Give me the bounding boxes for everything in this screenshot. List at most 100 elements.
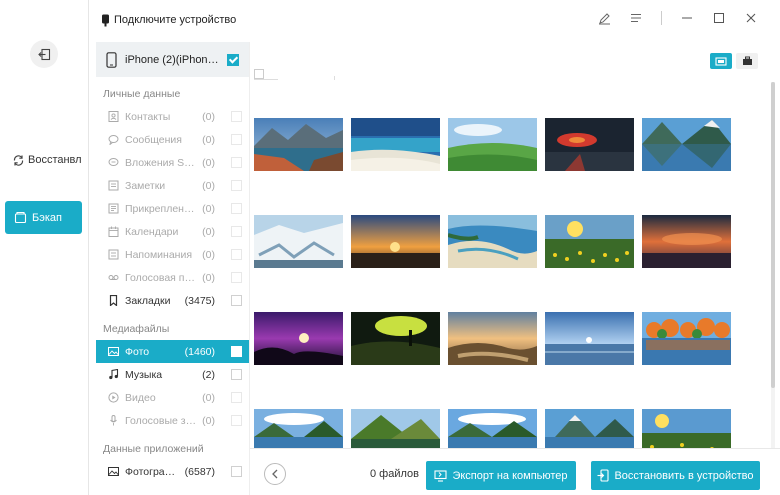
category-checkbox[interactable] — [231, 295, 242, 306]
category-item[interactable]: Вложения SMS (0) — [96, 151, 249, 174]
category-item[interactable]: Видео (0) — [96, 386, 249, 409]
photo-thumbnail[interactable] — [642, 118, 731, 171]
music-icon — [108, 369, 119, 380]
photo-thumbnail[interactable] — [545, 312, 634, 365]
category-count: (6587) — [184, 465, 215, 478]
category-item[interactable]: Музыка (2) — [96, 363, 249, 386]
category-label: Сообщения — [125, 133, 182, 146]
category-label: Календари — [125, 225, 179, 238]
section-apps: Данные приложений — [103, 442, 204, 455]
photo-thumbnail[interactable] — [254, 312, 343, 365]
category-item[interactable]: Сообщения (0) — [96, 128, 249, 151]
refresh-icon — [13, 154, 24, 166]
photo-thumbnail[interactable] — [545, 215, 634, 268]
window-controls — [597, 11, 758, 25]
category-label: Голосовые зам... — [125, 414, 196, 427]
category-item[interactable]: Голосовая почта (0) — [96, 266, 249, 289]
category-item[interactable]: Фото (1460) — [96, 340, 249, 363]
close-icon — [746, 13, 756, 23]
category-item[interactable]: Прикрепленны... (0) — [96, 197, 249, 220]
category-panel: iPhone (2)(iPhone... Личные данные Конта… — [96, 42, 249, 495]
apps-list: Фотографи... (6587) — [96, 460, 249, 483]
rail-restore-label: Восстанвл — [28, 154, 82, 166]
device-row[interactable]: iPhone (2)(iPhone... — [96, 42, 249, 77]
photo-thumbnail[interactable] — [545, 118, 634, 171]
photo-icon — [108, 346, 119, 357]
category-item[interactable]: Контакты (0) — [96, 105, 249, 128]
photo-thumbnail[interactable] — [448, 118, 537, 171]
category-item[interactable]: Закладки (3475) — [96, 289, 249, 312]
category-item[interactable]: Напоминания (0) — [96, 243, 249, 266]
maximize-button[interactable] — [712, 11, 726, 25]
main-panel: 0 файлов Экспорт на компьютер Восстанови… — [249, 42, 780, 495]
select-all-checkbox[interactable] — [254, 69, 264, 79]
category-checkbox[interactable] — [231, 415, 242, 426]
menu-button[interactable] — [629, 11, 643, 25]
category-item[interactable]: Заметки (0) — [96, 174, 249, 197]
restore-label: Восстановить в устройство — [614, 469, 754, 482]
category-checkbox[interactable] — [231, 226, 242, 237]
file-count: 0 файлов — [370, 468, 419, 480]
photo-thumbnail[interactable] — [448, 312, 537, 365]
scrollbar-thumb[interactable] — [771, 82, 775, 388]
category-item[interactable]: Календари (0) — [96, 220, 249, 243]
grid-divider — [334, 76, 340, 80]
rail-backup-label: Бэкап — [32, 211, 62, 224]
category-checkbox[interactable] — [231, 369, 242, 380]
previous-button[interactable] — [264, 463, 286, 485]
controls-divider — [661, 11, 662, 25]
close-button[interactable] — [744, 11, 758, 25]
device-checkbox[interactable] — [227, 53, 239, 66]
export-icon — [434, 469, 447, 482]
photo-thumbnail[interactable] — [351, 118, 440, 171]
photo-thumbnail[interactable] — [254, 215, 343, 268]
photo-thumbnail[interactable] — [351, 215, 440, 268]
personal-list: Контакты (0) Сообщения (0) Вложения SMS (0) За… — [96, 105, 249, 312]
category-checkbox[interactable] — [231, 346, 242, 357]
category-item[interactable]: Фотографи... (6587) — [96, 460, 249, 483]
feedback-button[interactable] — [597, 11, 611, 25]
category-label: Фотографи... — [125, 465, 179, 478]
category-checkbox[interactable] — [231, 180, 242, 191]
back-button[interactable] — [30, 40, 58, 68]
minimize-button[interactable] — [680, 11, 694, 25]
rail-restore-button[interactable]: Восстанвл — [12, 150, 88, 170]
category-count: (0) — [202, 248, 215, 261]
category-checkbox[interactable] — [231, 134, 242, 145]
category-checkbox[interactable] — [231, 466, 242, 477]
category-checkbox[interactable] — [231, 249, 242, 260]
section-personal: Личные данные — [103, 87, 181, 100]
voicemail-icon — [108, 272, 119, 283]
category-item[interactable]: Голосовые зам... (0) — [96, 409, 249, 432]
folder-icon — [715, 57, 727, 66]
photo-thumbnail[interactable] — [254, 118, 343, 171]
category-count: (0) — [202, 179, 215, 192]
photo-thumbnail[interactable] — [448, 215, 537, 268]
photo-thumbnail[interactable] — [351, 312, 440, 365]
list-view-button[interactable] — [736, 53, 758, 69]
category-checkbox[interactable] — [231, 203, 242, 214]
minimize-icon — [682, 17, 692, 19]
category-checkbox[interactable] — [231, 392, 242, 403]
photo-thumbnail[interactable] — [642, 312, 731, 365]
menu-icon — [631, 14, 641, 22]
category-checkbox[interactable] — [231, 157, 242, 168]
section-media: Медиафайлы — [103, 322, 170, 335]
photo-thumbnail[interactable] — [642, 215, 731, 268]
category-count: (0) — [202, 225, 215, 238]
app-photos-icon — [108, 466, 119, 477]
rail-backup-button[interactable]: Бэкап — [5, 201, 82, 234]
grid-view-button[interactable] — [710, 53, 732, 69]
category-label: Напоминания — [125, 248, 193, 261]
category-checkbox[interactable] — [231, 111, 242, 122]
scrollbar[interactable] — [771, 82, 775, 448]
sms-attachments-icon — [108, 157, 119, 168]
export-to-computer-button[interactable]: Экспорт на компьютер — [426, 461, 576, 490]
contacts-icon — [108, 111, 119, 122]
restore-to-device-button[interactable]: Восстановить в устройство — [591, 461, 760, 490]
category-count: (0) — [202, 133, 215, 146]
category-checkbox[interactable] — [231, 272, 242, 283]
pinned-notes-icon — [108, 203, 119, 214]
view-toggle — [710, 53, 758, 69]
window-title: Подключите устройство — [101, 14, 236, 27]
